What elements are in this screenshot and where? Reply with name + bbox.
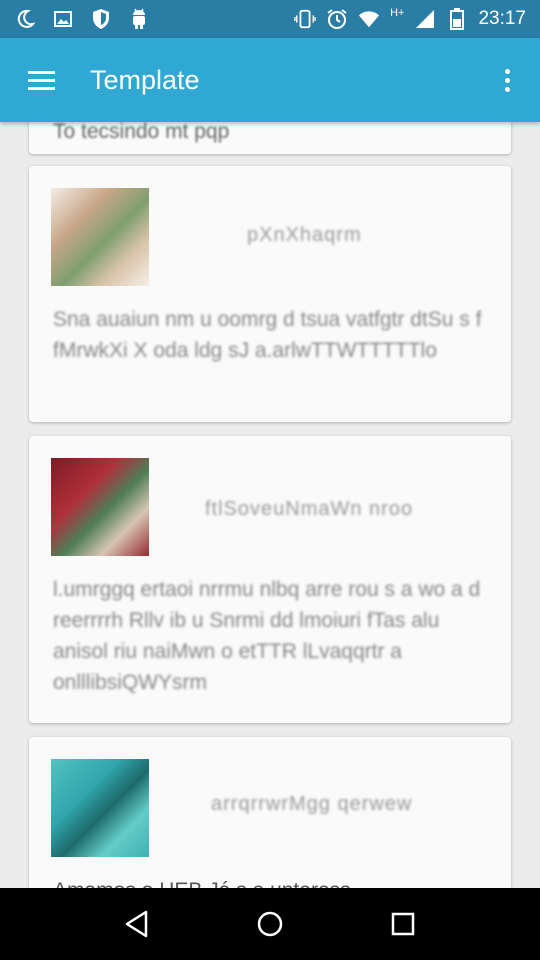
status-left-icons — [14, 8, 150, 30]
status-right-icons: H+ 23:17 — [294, 7, 526, 30]
battery-icon — [446, 8, 468, 30]
shield-icon — [90, 8, 112, 30]
post-text: l.umrggq ertaoi nrrmu nlbq arre rou s a … — [53, 578, 481, 694]
post-card[interactable]: arrqrrwrMgg qerwew Amamos o HEB Já s e u… — [29, 737, 511, 888]
post-username[interactable]: pXnXhaqrm — [247, 224, 362, 247]
recents-icon[interactable] — [373, 894, 433, 954]
back-icon[interactable] — [107, 894, 167, 954]
vibrate-icon — [294, 8, 316, 30]
system-nav-bar — [0, 888, 540, 960]
post-text: Sna auaiun nm u oomrg d tsua vatfgtr dtS… — [53, 308, 482, 362]
alarm-icon — [326, 8, 348, 30]
app-title: Template — [90, 64, 200, 95]
status-bar: H+ 23:17 — [0, 0, 540, 38]
post-text: Amamos o HEB Já s e unteress — [53, 875, 489, 888]
post-text: To tecsindo mt pqp — [53, 122, 230, 143]
post-card-partial[interactable]: To tecsindo mt pqp — [29, 122, 511, 154]
avatar[interactable] — [51, 458, 149, 556]
more-vert-icon[interactable] — [492, 58, 522, 102]
clock: 23:17 — [478, 8, 526, 29]
android-icon — [128, 8, 150, 30]
post-card[interactable]: ftlSoveuNmaWn nroo l.umrggq ertaoi nrrmu… — [29, 436, 511, 723]
avatar[interactable] — [51, 759, 149, 857]
post-feed[interactable]: To tecsindo mt pqp pXnXhaqrm Sna auaiun … — [0, 122, 540, 888]
avatar[interactable] — [51, 188, 149, 286]
post-username[interactable]: arrqrrwrMgg qerwew — [211, 793, 412, 816]
app-bar: Template — [0, 38, 540, 122]
post-card[interactable]: pXnXhaqrm Sna auaiun nm u oomrg d tsua v… — [29, 166, 511, 422]
image-icon — [52, 8, 74, 30]
home-icon[interactable] — [240, 894, 300, 954]
moon-icon — [14, 8, 36, 30]
post-username[interactable]: ftlSoveuNmaWn nroo — [205, 498, 413, 521]
network-type-label: H+ — [390, 7, 405, 19]
signal-icon — [414, 8, 436, 30]
wifi-icon — [358, 8, 380, 30]
hamburger-icon[interactable] — [18, 58, 62, 102]
